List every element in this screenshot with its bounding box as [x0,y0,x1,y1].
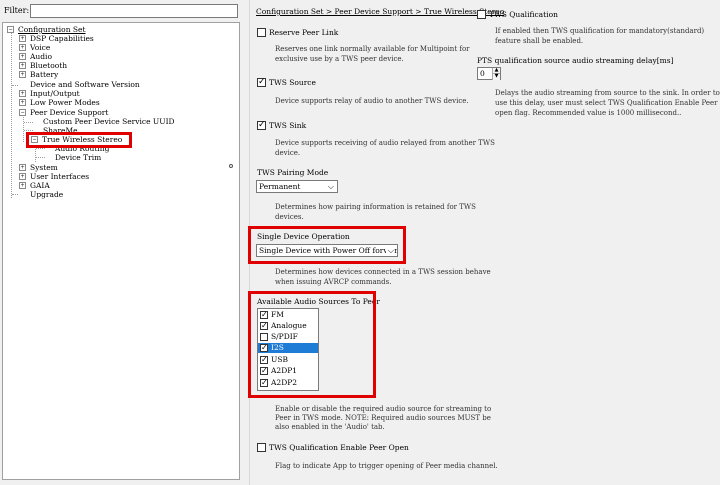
tws-pairing-mode-value: Permanent [259,182,301,191]
reserve-peer-link-checkbox[interactable] [257,28,266,37]
peer-open-label: TWS Qualification Enable Peer Open [269,443,409,452]
tree-guide-line [36,148,45,149]
reserve-peer-link-label: Reserve Peer Link [269,28,339,37]
tws-pairing-mode-desc-2: devices. [275,213,304,221]
reserve-peer-link-desc-1: Reserves one link normally available for… [275,45,470,53]
tree-item-custom-peer-uuid[interactable]: Custom Peer Device Service UUID [43,117,175,126]
tree-item-label: Custom Peer Device Service UUID [43,117,175,126]
tree-guide-line [24,130,33,131]
expand-icon[interactable]: + [19,182,26,189]
single-device-desc-2: when issuing AVRCP commands. [275,278,392,286]
tree-guide-line [24,122,33,123]
pts-delay-desc-1: Delays the audio streaming from source t… [495,89,720,97]
tree-item-label: System [30,163,58,172]
tree-item-label: GAIA [30,181,50,190]
single-device-desc-1: Determines how devices connected in a TW… [275,268,491,276]
config-tree[interactable]: − Configuration Set + DSP Capabilities +… [2,22,240,480]
peer-open-checkbox[interactable] [257,443,266,452]
pts-delay-desc-2: use this delay, user must select TWS Qua… [495,99,718,107]
pts-delay-value[interactable]: 0 [480,68,485,79]
tws-pairing-mode-desc-1: Determines how pairing information is re… [275,203,476,211]
tree-item-label: User Interfaces [30,172,90,181]
tree-guide-line [12,194,18,195]
tws-pairing-mode-label: TWS Pairing Mode [257,168,329,177]
expand-icon[interactable]: + [19,173,26,180]
cursor-indicator [229,164,233,168]
tws-sink-checkbox[interactable]: ✓ [257,121,266,130]
breadcrumb: Configuration Set > Peer Device Support … [256,7,505,16]
tree-guide-line [11,33,12,198]
tree-item-label: Bluetooth [30,61,68,70]
highlight-audio-sources [248,291,376,398]
highlight-tws-tree-item [26,132,132,148]
pts-delay-label: PTS qualification source audio streaming… [477,56,674,65]
tree-item-label: Voice [30,43,51,52]
tree-item-label: Peer Device Support [30,108,109,117]
expand-icon[interactable]: + [19,99,26,106]
tws-source-checkbox[interactable]: ✓ [257,78,266,87]
tws-qualification-desc-2: feature shall be enabled. [495,37,584,45]
chevron-down-icon: ⌵ [327,182,334,191]
tws-sink-desc-2: device. [275,149,301,157]
pts-delay-desc-3: open flag. Recommended value is 1000 mil… [495,109,682,117]
tws-sink-desc-1: Device supports receiving of audio relay… [275,139,495,147]
tws-qualification-desc-1: If enabled then TWS qualification for ma… [495,27,705,35]
audio-sources-desc-3: also enabled in the 'Audio' tab. [275,423,385,431]
tree-item-label: Device and Software Version [30,80,140,89]
tree-item-label: Battery [30,70,59,79]
collapse-icon[interactable]: − [19,109,26,116]
expand-icon[interactable]: + [19,164,26,171]
pts-delay-spinbox[interactable]: 0 ▲ ▼ [477,67,501,80]
tree-item-label: Audio [30,52,52,61]
peer-open-desc: Flag to indicate App to trigger opening … [275,462,498,470]
expand-icon[interactable]: + [19,71,26,78]
collapse-icon[interactable]: − [7,26,14,33]
spin-down-icon[interactable]: ▼ [492,74,500,80]
reserve-peer-link-desc-2: exclusive use by a TWS peer device. [275,55,404,63]
expand-icon[interactable]: + [19,90,26,97]
tws-source-desc: Device supports relay of audio to anothe… [275,97,469,105]
expand-icon[interactable]: + [19,62,26,69]
tws-qualification-label: TWS Qualification [489,10,558,19]
tree-item-label: Device Trim [55,153,102,162]
tws-sink-label: TWS Sink [269,121,307,130]
filter-label: Filter: [4,6,30,15]
tree-guide-line [12,85,18,86]
tree-item-label: Configuration Set [18,25,86,34]
tws-qualification-checkbox[interactable] [477,10,486,19]
filter-input[interactable] [30,4,238,18]
tws-source-label: TWS Source [269,78,316,87]
expand-icon[interactable]: + [19,53,26,60]
highlight-single-device [248,226,406,264]
tree-item-label: Input/Output [30,89,80,98]
expand-icon[interactable]: + [19,35,26,42]
tree-item-label: DSP Capabilities [30,34,94,43]
tree-item-device-trim[interactable]: Device Trim [55,153,101,162]
tree-guide-line [36,157,45,158]
expand-icon[interactable]: + [19,44,26,51]
tree-item-label: Low Power Modes [30,98,100,107]
tree-item-label: Upgrade [30,190,64,199]
tws-pairing-mode-select[interactable]: Permanent ⌵ [256,180,338,193]
